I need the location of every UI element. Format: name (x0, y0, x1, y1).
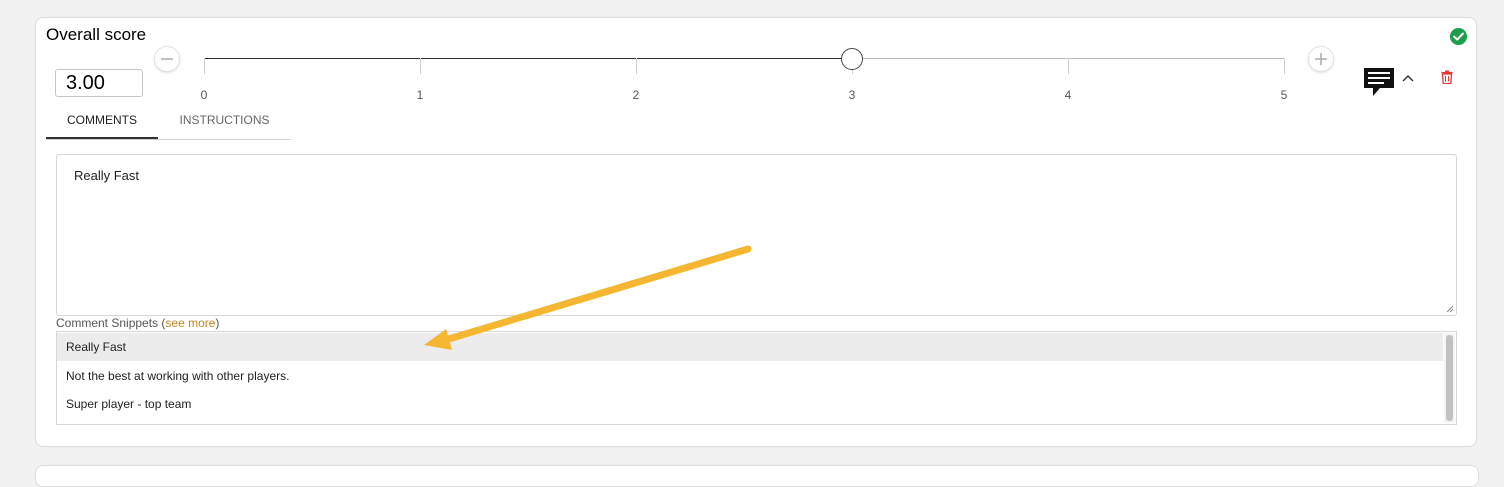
scrollbar-thumb[interactable] (1446, 335, 1453, 421)
check-circle-icon (1449, 27, 1468, 46)
decrement-button[interactable] (154, 46, 180, 72)
slider-tick-label: 4 (1064, 88, 1072, 102)
next-card (35, 465, 1479, 487)
slider-fill (204, 58, 852, 59)
snippet-item[interactable]: Really Fast (57, 333, 1443, 361)
snippets-scrollbar[interactable] (1444, 333, 1455, 423)
slider-tick-label: 0 (200, 88, 208, 102)
resize-handle-icon[interactable] (1446, 305, 1454, 313)
snippets-label-suffix: ) (215, 316, 220, 330)
comment-icon[interactable] (1362, 66, 1396, 98)
score-input[interactable]: 3.00 (55, 69, 143, 97)
chevron-up-icon[interactable] (1402, 74, 1414, 82)
slider-tick-label: 5 (1280, 88, 1288, 102)
snippets-label: Comment Snippets (see more) (56, 316, 219, 330)
snippets-list: Really Fast Not the best at working with… (56, 331, 1457, 425)
score-card: Overall score 3.00 0 1 2 3 4 5 COMMENTS INSTR… (35, 17, 1477, 447)
slider-tick (1068, 58, 1069, 74)
slider-tick-label: 3 (848, 88, 856, 102)
minus-icon (161, 58, 173, 60)
slider-tick (420, 58, 421, 74)
slider-tick (204, 58, 205, 74)
snippets-label-prefix: Comment Snippets ( (56, 316, 166, 330)
tab-instructions[interactable]: INSTRUCTIONS (158, 111, 291, 139)
comment-text: Really Fast (74, 168, 140, 183)
slider-tick-label: 2 (632, 88, 640, 102)
snippet-item[interactable]: Super player - top team (57, 390, 1443, 418)
snippet-item[interactable]: Not the best at working with other playe… (57, 362, 1443, 390)
slider-thumb[interactable] (841, 48, 863, 70)
trash-icon[interactable] (1440, 70, 1454, 84)
slider-tick-label: 1 (416, 88, 424, 102)
score-slider[interactable]: 0 1 2 3 4 5 (201, 48, 1287, 102)
increment-button[interactable] (1308, 46, 1334, 72)
card-title: Overall score (46, 25, 147, 44)
tab-comments[interactable]: COMMENTS (46, 111, 158, 139)
see-more-link[interactable]: see more (165, 316, 215, 330)
slider-tick (636, 58, 637, 74)
comment-textarea[interactable]: Really Fast (56, 154, 1457, 316)
tab-bar: COMMENTS INSTRUCTIONS (46, 111, 291, 140)
plus-icon (1315, 53, 1327, 65)
slider-tick (1284, 58, 1285, 74)
